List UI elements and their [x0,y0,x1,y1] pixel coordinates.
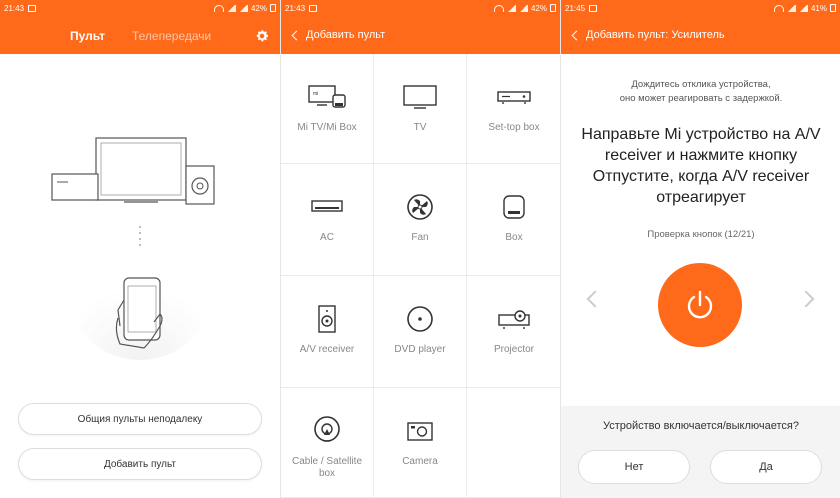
device-camera[interactable]: Camera [374,388,467,498]
device-label: Box [505,232,523,243]
pairing-screen: 21:45 41% Добавить пульт: Усилитель Дожд… [560,0,840,498]
status-time: 21:43 [285,3,306,13]
wait-hint: Дождитесь отклика устройства, оно может … [619,79,783,104]
fan-icon [407,194,433,220]
device-label: AC [320,232,334,243]
power-icon [687,290,713,319]
status-bar: 21:45 41% [561,0,840,16]
device-mi-tv-box[interactable]: mi Mi TV/Mi Box [281,54,374,164]
device-projector[interactable]: Projector [467,276,560,388]
tab-remote[interactable]: Пульт [70,29,105,43]
back-nav[interactable]: Добавить пульт: Усилитель [561,16,840,54]
empty-cell [467,388,560,498]
header: 21:43 42% Пульт Телепередачи [0,0,280,54]
device-label: DVD player [394,344,446,355]
tab-bar: Пульт Телепередачи [0,16,280,54]
signal-icon [226,4,236,12]
nearby-remotes-button[interactable]: Общия пульты неподалеку [18,403,262,435]
signal-icon [238,4,248,12]
status-bar: 21:43 42% [0,0,280,16]
device-label: Cable / Satellite box [291,456,363,479]
back-nav[interactable]: Добавить пульт [281,16,560,54]
battery-icon [830,4,836,12]
no-button[interactable]: Нет [578,450,690,484]
add-remote-button[interactable]: Добавить пульт [18,448,262,480]
tv-icon [403,85,437,109]
header: 21:43 42% Добавить пульт [281,0,560,54]
tv-phone-illustration [51,137,215,360]
device-label: Fan [411,232,429,243]
battery-percent: 42% [250,3,267,13]
notification-icon [28,4,37,12]
signal-icon [506,4,516,12]
add-remote-screen: 21:43 42% Добавить пульт mi Mi TV/Mi Box… [280,0,560,498]
projector-icon [498,310,530,329]
device-tv[interactable]: TV [374,54,467,164]
device-box[interactable]: Box [467,164,560,276]
dvd-player-icon [407,306,433,332]
screens: 21:43 42% Пульт Телепередачи Общия пульт… [0,0,840,498]
battery-icon [270,4,276,12]
device-label: A/V receiver [299,344,355,355]
gear-icon[interactable] [254,28,270,44]
device-set-top-box[interactable]: Set-top box [467,54,560,164]
device-cable-satellite[interactable]: Cable / Satellite box [281,388,374,498]
signal-icon [518,4,528,12]
instruction-text: Направьте Mi устройство на A/V receiver … [581,126,821,206]
device-dvd-player[interactable]: DVD player [374,276,467,388]
previous-arrow-icon[interactable] [586,290,604,308]
screen-title: Добавить пульт: Усилитель [586,29,725,41]
wifi-icon [773,4,784,12]
av-receiver-icon [318,305,336,333]
yes-button[interactable]: Да [710,450,822,484]
satellite-icon [314,416,340,442]
back-icon[interactable] [571,30,582,40]
remote-home-screen: 21:43 42% Пульт Телепередачи Общия пульт… [0,0,280,498]
tab-tv-guide[interactable]: Телепередачи [132,29,211,43]
notification-icon [309,4,318,12]
device-ac[interactable]: AC [281,164,374,276]
box-icon [503,195,525,219]
signal-icon [798,4,808,12]
device-label: Projector [493,344,534,355]
device-type-grid: mi Mi TV/Mi Box TV Set-top box AC Fan Bo… [281,54,560,498]
button-check-progress: Проверка кнопок (12/21) [647,229,755,240]
camera-icon [407,422,433,441]
device-label: Camera [402,456,438,467]
status-time: 21:45 [565,3,586,13]
signal-icon [786,4,796,12]
device-label: Set-top box [488,122,540,133]
mi-tv-box-icon: mi [308,85,346,108]
battery-percent: 41% [810,3,827,13]
device-label: TV [413,122,427,133]
battery-percent: 42% [530,3,547,13]
device-fan[interactable]: Fan [374,164,467,276]
device-label: Mi TV/Mi Box [297,122,357,133]
svg-text:mi: mi [313,91,318,97]
devices-illustration [40,130,240,360]
next-arrow-icon[interactable] [797,290,815,308]
confirm-question: Устройство включается/выключается? [602,420,800,432]
back-icon[interactable] [291,30,302,40]
screen-title: Добавить пульт [306,29,386,41]
status-time: 21:43 [4,3,25,13]
power-button[interactable] [658,263,742,347]
ac-icon [311,200,343,212]
confirm-panel: Устройство включается/выключается? Нет Д… [561,406,840,498]
notification-icon [589,4,598,12]
status-bar: 21:43 42% [281,0,560,16]
wifi-icon [493,4,504,12]
header: 21:45 41% Добавить пульт: Усилитель [561,0,840,54]
set-top-box-icon [497,91,531,104]
battery-icon [550,4,556,12]
wifi-icon [213,4,224,12]
device-av-receiver[interactable]: A/V receiver [281,276,374,388]
